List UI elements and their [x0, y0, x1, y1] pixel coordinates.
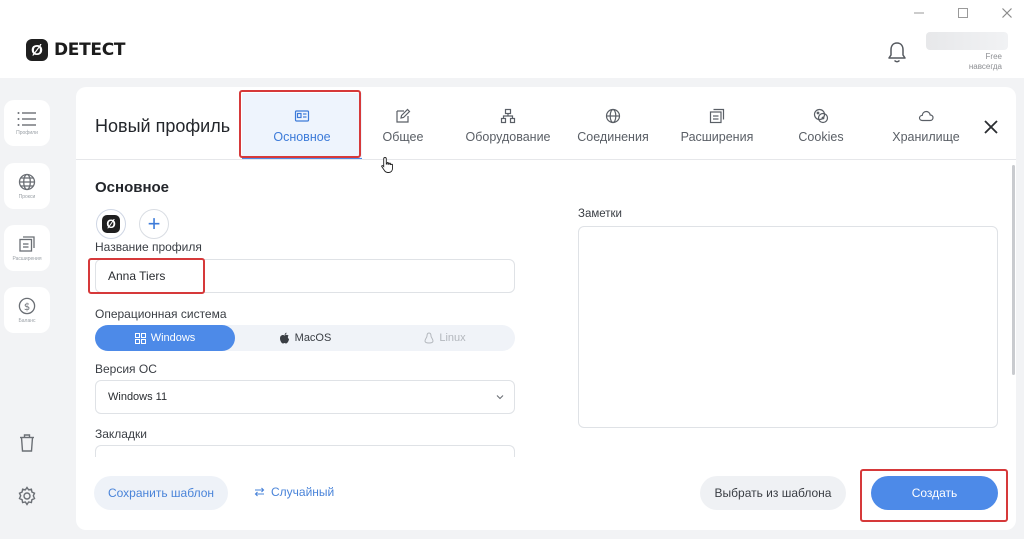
- os-label: Операционная система: [95, 307, 227, 321]
- sidebar-item-extensions[interactable]: Расширения: [4, 225, 50, 271]
- tabs-divider: [76, 159, 1016, 160]
- close-modal-icon[interactable]: [981, 117, 1001, 137]
- hierarchy-icon: [500, 108, 516, 124]
- edit-icon: [396, 108, 411, 123]
- bell-icon[interactable]: [886, 40, 908, 64]
- os-version-select[interactable]: Windows 11: [95, 380, 515, 414]
- random-label: Случайный: [271, 485, 335, 499]
- extension-icon: [19, 235, 35, 252]
- plan-name: Free: [985, 52, 1002, 61]
- extension-icon: [709, 108, 725, 124]
- sidebar-item-label: Прокси: [18, 193, 36, 200]
- cookie-icon: [813, 108, 829, 124]
- choose-template-button[interactable]: Выбрать из шаблона: [700, 476, 846, 510]
- sidebar-item-balance[interactable]: $ Баланс: [4, 287, 50, 333]
- list-icon: [17, 111, 36, 126]
- trash-icon[interactable]: [16, 432, 38, 454]
- os-option-label: MacOS: [294, 332, 332, 344]
- plan-duration: навсегда: [968, 62, 1002, 71]
- tab-label: Расширения: [680, 130, 754, 144]
- scrollbar[interactable]: [1012, 165, 1015, 375]
- top-bar: Ø DETECT Free навсегда: [0, 0, 1024, 78]
- random-button[interactable]: Случайный: [254, 485, 334, 499]
- logo-text: DETECT: [54, 40, 126, 60]
- sidebar-item-proxy[interactable]: Прокси: [4, 163, 50, 209]
- tab-basic[interactable]: Основное: [242, 93, 362, 160]
- os-version-value: Windows 11: [108, 391, 168, 403]
- tab-label: Оборудование: [465, 130, 551, 144]
- profile-name-input[interactable]: Anna Tiers: [95, 259, 515, 293]
- new-profile-panel: Новый профиль Основное Общее Оборудовани…: [76, 87, 1016, 530]
- plan-badge: Free навсегда: [969, 52, 1002, 72]
- sidebar-item-profiles[interactable]: Профили: [4, 100, 50, 146]
- sidebar-item-label: Расширения: [12, 255, 42, 262]
- globe-icon: [605, 108, 621, 124]
- tab-cookies[interactable]: Cookies: [789, 93, 853, 159]
- tab-label: Основное: [273, 130, 331, 144]
- notes-textarea[interactable]: [578, 226, 998, 428]
- cloud-icon: [918, 110, 934, 122]
- user-account[interactable]: [926, 32, 1008, 50]
- svg-text:$: $: [24, 301, 30, 312]
- save-template-button[interactable]: Сохранить шаблон: [94, 476, 228, 510]
- bookmarks-field[interactable]: [95, 445, 515, 457]
- page-title: Новый профиль: [95, 116, 231, 136]
- id-card-icon: [294, 110, 310, 122]
- apple-icon: [279, 332, 289, 344]
- gear-icon[interactable]: [16, 485, 38, 507]
- tab-connections[interactable]: Соединения: [571, 93, 655, 159]
- chevron-down-icon: [496, 395, 504, 400]
- logo-mark-icon: Ø: [26, 39, 48, 61]
- tab-general[interactable]: Общее: [366, 93, 440, 159]
- os-option-label: Windows: [150, 332, 196, 344]
- tab-label: Соединения: [577, 130, 649, 144]
- app-logo: Ø DETECT: [26, 39, 126, 61]
- tab-hardware[interactable]: Оборудование: [457, 93, 559, 159]
- section-title: Основное: [95, 179, 170, 196]
- profile-logo-selected[interactable]: Ø: [96, 209, 126, 239]
- swap-icon: [254, 487, 265, 497]
- notes-label: Заметки: [578, 208, 622, 220]
- tab-storage[interactable]: Хранилище: [887, 93, 965, 159]
- tab-extensions[interactable]: Расширения: [673, 93, 761, 159]
- windows-icon: [134, 332, 146, 344]
- os-option-label: Linux: [439, 332, 466, 344]
- profile-name-label: Название профиля: [95, 240, 202, 254]
- create-button[interactable]: Создать: [871, 476, 998, 510]
- linux-icon: [424, 332, 434, 344]
- maximize-icon[interactable]: [948, 2, 978, 24]
- tab-label: Cookies: [798, 130, 844, 144]
- minimize-icon[interactable]: [904, 2, 934, 24]
- tab-label: Хранилище: [892, 130, 960, 144]
- globe-icon: [18, 173, 36, 190]
- profile-logo-icon: Ø: [102, 215, 120, 233]
- hand-cursor-icon: [381, 157, 393, 173]
- os-option-macos[interactable]: MacOS: [235, 325, 375, 351]
- add-logo-button[interactable]: +: [139, 209, 169, 239]
- sidebar: Профили Прокси Расширения $ Баланс: [0, 78, 62, 539]
- os-option-linux[interactable]: Linux: [375, 325, 515, 351]
- os-selector: Windows MacOS Linux: [95, 325, 515, 351]
- os-option-windows[interactable]: Windows: [95, 325, 235, 351]
- sidebar-item-label: Баланс: [18, 317, 36, 324]
- close-window-icon[interactable]: [992, 2, 1022, 24]
- bookmarks-label: Закладки: [95, 427, 147, 441]
- dollar-icon: $: [18, 297, 36, 314]
- tab-label: Общее: [382, 130, 424, 144]
- sidebar-item-label: Профили: [16, 129, 38, 136]
- os-version-label: Версия ОС: [95, 362, 157, 376]
